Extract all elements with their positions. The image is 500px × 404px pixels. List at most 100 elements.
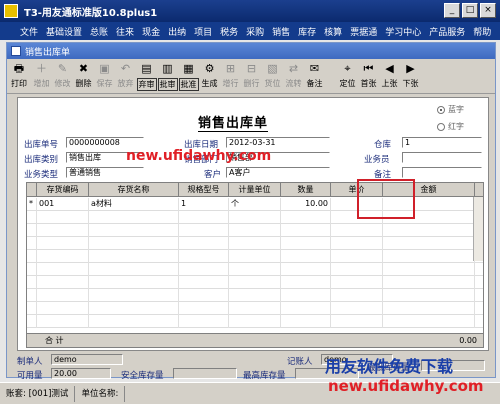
cell-code[interactable] xyxy=(37,289,89,302)
cell-qty[interactable] xyxy=(281,263,331,276)
cell-spec[interactable] xyxy=(179,211,229,224)
menu-item-7[interactable]: 税务 xyxy=(220,25,238,38)
table-row[interactable] xyxy=(27,263,483,276)
first-button[interactable]: ⏮ 首张 xyxy=(358,60,379,93)
menu-item-10[interactable]: 库存 xyxy=(298,25,316,38)
menu-item-4[interactable]: 现金 xyxy=(142,25,160,38)
cell-marker[interactable] xyxy=(27,263,37,276)
cell-unit[interactable] xyxy=(229,250,281,263)
cell-amount[interactable] xyxy=(383,198,475,211)
cell-amount[interactable] xyxy=(383,263,475,276)
prev-button[interactable]: ◀ 上张 xyxy=(379,60,400,93)
remark-field[interactable] xyxy=(402,167,482,178)
cell-marker[interactable] xyxy=(27,276,37,289)
radio-blue[interactable]: 蓝字 xyxy=(437,104,464,115)
table-row[interactable] xyxy=(27,302,483,315)
cell-amount[interactable] xyxy=(383,315,475,328)
cell-amount[interactable] xyxy=(383,250,475,263)
save-button[interactable]: ▣ 保存 xyxy=(94,60,115,93)
cell-unit[interactable] xyxy=(229,315,281,328)
column-header-1[interactable]: 存货编码 xyxy=(37,183,89,197)
cell-amount[interactable] xyxy=(383,224,475,237)
cell-qty[interactable] xyxy=(281,250,331,263)
cell-code[interactable] xyxy=(37,224,89,237)
print-button[interactable]: 🖶 打印 xyxy=(7,60,31,93)
menu-item-8[interactable]: 采购 xyxy=(246,25,264,38)
menu-item-12[interactable]: 票据通 xyxy=(350,25,377,38)
doc-no-field[interactable]: 0000000008 xyxy=(66,137,144,148)
menu-item-6[interactable]: 项目 xyxy=(194,25,212,38)
salesperson-field[interactable] xyxy=(402,152,482,163)
cell-name[interactable] xyxy=(89,250,179,263)
minimize-button[interactable]: _ xyxy=(444,3,460,18)
column-header-3[interactable]: 规格型号 xyxy=(179,183,229,197)
next-button[interactable]: ▶ 下张 xyxy=(400,60,421,93)
cell-qty[interactable] xyxy=(281,211,331,224)
cell-code[interactable]: 001 xyxy=(37,198,89,211)
cell-price[interactable] xyxy=(331,276,383,289)
cell-amount[interactable] xyxy=(383,276,475,289)
cell-marker[interactable] xyxy=(27,211,37,224)
grid-scrollbar[interactable] xyxy=(473,197,483,261)
cell-spec[interactable] xyxy=(179,315,229,328)
unapprove-button[interactable]: ▤ 弃审 xyxy=(136,60,157,93)
cell-marker[interactable] xyxy=(27,237,37,250)
customer-field[interactable]: A客户 xyxy=(226,167,330,178)
cell-price[interactable] xyxy=(331,302,383,315)
cell-qty[interactable]: 10.00 xyxy=(281,198,331,211)
menu-item-14[interactable]: 产品服务 xyxy=(429,25,465,38)
cell-name[interactable] xyxy=(89,289,179,302)
menu-item-9[interactable]: 销售 xyxy=(272,25,290,38)
close-button[interactable]: × xyxy=(480,3,496,18)
cell-qty[interactable] xyxy=(281,302,331,315)
discard-button[interactable]: ↶ 放弃 xyxy=(115,60,136,93)
delete-button[interactable]: ✖ 删除 xyxy=(73,60,94,93)
flow-button[interactable]: ⇄ 流转 xyxy=(283,60,304,93)
cell-unit[interactable] xyxy=(229,263,281,276)
generate-button[interactable]: ⚙ 生成 xyxy=(199,60,220,93)
maximize-button[interactable]: □ xyxy=(462,3,478,18)
cell-unit[interactable] xyxy=(229,224,281,237)
cell-qty[interactable] xyxy=(281,224,331,237)
cell-unit[interactable] xyxy=(229,237,281,250)
menu-item-1[interactable]: 基础设置 xyxy=(46,25,82,38)
column-header-4[interactable]: 计量单位 xyxy=(229,183,281,197)
menu-item-3[interactable]: 往来 xyxy=(116,25,134,38)
cell-spec[interactable] xyxy=(179,302,229,315)
cell-price[interactable] xyxy=(331,263,383,276)
menu-item-2[interactable]: 总账 xyxy=(90,25,108,38)
cell-price[interactable] xyxy=(331,289,383,302)
approve-button[interactable]: ▦ 批准 xyxy=(178,60,199,93)
table-row[interactable] xyxy=(27,224,483,237)
cell-price[interactable] xyxy=(331,315,383,328)
cell-qty[interactable] xyxy=(281,276,331,289)
cell-name[interactable] xyxy=(89,211,179,224)
cell-code[interactable] xyxy=(37,250,89,263)
cell-spec[interactable] xyxy=(179,289,229,302)
cell-spec[interactable] xyxy=(179,237,229,250)
cell-code[interactable] xyxy=(37,211,89,224)
menu-item-5[interactable]: 出纳 xyxy=(168,25,186,38)
column-header-2[interactable]: 存货名称 xyxy=(89,183,179,197)
cell-amount[interactable] xyxy=(383,211,475,224)
cell-code[interactable] xyxy=(37,315,89,328)
cell-spec[interactable] xyxy=(179,276,229,289)
table-row[interactable] xyxy=(27,237,483,250)
column-header-0[interactable] xyxy=(27,183,37,197)
table-row[interactable] xyxy=(27,250,483,263)
cell-qty[interactable] xyxy=(281,237,331,250)
cell-qty[interactable] xyxy=(281,315,331,328)
cell-unit[interactable] xyxy=(229,289,281,302)
radio-red[interactable]: 红字 xyxy=(437,121,464,132)
column-header-6[interactable]: 单价 xyxy=(331,183,383,197)
cell-code[interactable] xyxy=(37,302,89,315)
cell-name[interactable] xyxy=(89,263,179,276)
column-header-5[interactable]: 数量 xyxy=(281,183,331,197)
cell-code[interactable] xyxy=(37,263,89,276)
cell-spec[interactable] xyxy=(179,224,229,237)
cell-price[interactable] xyxy=(331,211,383,224)
cell-spec[interactable] xyxy=(179,263,229,276)
cell-name[interactable] xyxy=(89,224,179,237)
table-row[interactable] xyxy=(27,211,483,224)
cell-price[interactable] xyxy=(331,224,383,237)
